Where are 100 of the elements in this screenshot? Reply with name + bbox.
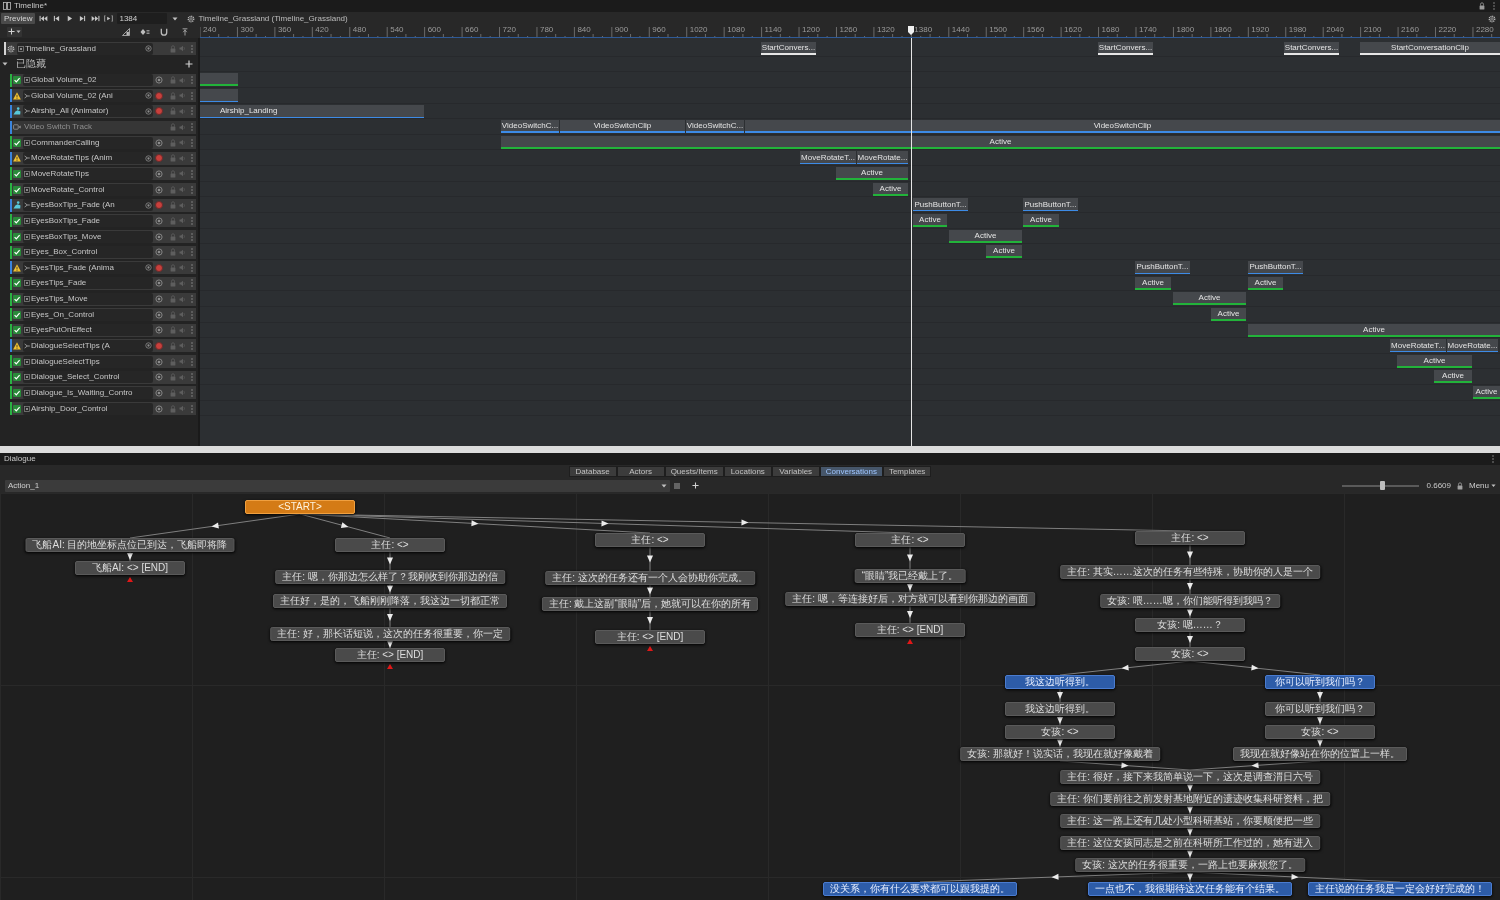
object-field[interactable]: EyesBoxTips_Fade — [23, 214, 153, 227]
speaker-icon[interactable] — [179, 248, 186, 256]
record-button[interactable] — [155, 342, 163, 350]
add-button[interactable] — [7, 26, 22, 37]
dialogue-node[interactable]: 女孩: <> — [1005, 725, 1115, 739]
dialogue-node[interactable]: 主任: <> — [1135, 531, 1245, 545]
response-node[interactable]: 一点也不，我很期待这次任务能有个结果。 — [1088, 882, 1292, 896]
timeline-clip[interactable] — [200, 88, 238, 102]
caret-icon[interactable] — [2, 62, 8, 67]
speaker-icon[interactable] — [179, 139, 186, 147]
tab[interactable]: Variables — [771, 466, 820, 477]
timeline-clip[interactable]: PushButtonT... — [1023, 198, 1078, 212]
object-field[interactable]: EyesBoxTips_Move — [23, 230, 153, 243]
response-node[interactable]: 我这边听得到。 — [1005, 675, 1115, 689]
timeline-clip[interactable]: Active — [913, 214, 947, 228]
track-header[interactable]: EyesBoxTips_Fade (An — [10, 198, 196, 212]
speaker-icon[interactable] — [179, 76, 186, 84]
track-header[interactable]: Dialogue_Select_Control — [10, 370, 196, 384]
play-icon[interactable] — [65, 15, 75, 22]
track-header[interactable]: Airship_All (Animator) — [10, 104, 196, 118]
dialogue-node[interactable]: 主任: <> — [595, 533, 705, 547]
object-field[interactable]: Airship_Door_Control — [23, 402, 153, 415]
timeline-clip[interactable]: Active — [1473, 386, 1500, 400]
ramp-icon[interactable] — [122, 27, 130, 36]
dialogue-node[interactable]: 女孩: <> — [1135, 647, 1245, 661]
lock-icon[interactable] — [1457, 481, 1463, 490]
timeline-clip[interactable]: VideoSwitchClip — [745, 120, 1500, 134]
tab[interactable]: Database — [568, 466, 617, 477]
track-header[interactable]: DialogueSelectTips — [10, 355, 196, 369]
speaker-icon[interactable] — [179, 405, 186, 413]
object-field[interactable]: Global Volume_02 (Ani — [23, 89, 153, 102]
timeline-clip[interactable]: PushButtonT... — [913, 198, 968, 212]
timeline-clip[interactable]: MoveRotateT... — [800, 151, 856, 165]
menu-button[interactable]: Menu — [1468, 480, 1497, 491]
dialogue-node[interactable]: 主任: <> [END] — [335, 648, 445, 662]
settings-icon[interactable] — [1488, 14, 1496, 23]
dialogue-node[interactable]: 主任: 很好，接下来我简单说一下，这次是调查渭日六号 — [1060, 770, 1320, 784]
skip-to-start-icon[interactable] — [39, 15, 49, 22]
lock-icon[interactable] — [1479, 2, 1485, 10]
object-field[interactable]: DialogueSelectTips (A — [23, 340, 153, 352]
caret-icon[interactable] — [172, 16, 179, 21]
track-header[interactable]: Eyes_On_Control — [10, 308, 196, 322]
speaker-icon[interactable] — [179, 311, 186, 319]
dialogue-node[interactable]: 女孩: 那就好！说实话，我现在就好像戴着 — [960, 747, 1160, 761]
dialogue-node[interactable]: 主任: 这次的任务还有一个人会协助你完成。 — [545, 571, 755, 585]
range-icon[interactable] — [104, 15, 114, 22]
object-field[interactable]: EyesPutOnEffect — [23, 324, 153, 337]
speaker-icon[interactable] — [179, 279, 186, 287]
object-field[interactable]: EyesTips_Move — [23, 293, 153, 306]
dialogue-node[interactable]: 我现在就好像站在你的位置上一样。 — [1233, 747, 1407, 761]
dialogue-node[interactable]: 主任: 其实……这次的任务有些特殊，协助你的人是一个 — [1060, 565, 1320, 579]
dialogue-node[interactable]: 主任: 嗯，等连接好后，对方就可以看到你那边的画面 — [785, 592, 1035, 606]
track-header[interactable]: EyesPutOnEffect — [10, 323, 196, 337]
playhead-handle[interactable] — [908, 26, 914, 35]
dialogue-node[interactable]: 主任: 这一路上还有几处小型科研基站，你要顺便把一些 — [1060, 814, 1320, 828]
timeline-clip[interactable]: PushButtonT... — [1248, 260, 1303, 274]
dialogue-node[interactable]: 你可以听到我们吗？ — [1265, 702, 1375, 716]
speaker-icon[interactable] — [179, 326, 186, 334]
track-header[interactable]: MoveRotateTips — [10, 167, 196, 181]
track-header[interactable]: EyesTips_Move — [10, 292, 196, 306]
timeline-clip[interactable]: PushButtonT... — [1135, 260, 1190, 274]
track-header[interactable]: MoveRotateTips (Anim — [10, 151, 196, 165]
conversation-dropdown[interactable]: Action_1 — [5, 479, 670, 492]
frame-field[interactable]: 1384 — [117, 13, 168, 24]
dialogue-node[interactable]: 主任好，是的，飞船刚刚降落，我这边一切都正常 — [273, 594, 507, 608]
response-node[interactable]: 没关系，你有什么要求都可以跟我提的。 — [823, 882, 1017, 896]
dialogue-node[interactable]: 主任: <> [END] — [855, 623, 965, 637]
speaker-icon[interactable] — [179, 107, 186, 115]
target-icon[interactable] — [145, 45, 152, 53]
timeline-clip[interactable]: Active — [501, 135, 1500, 149]
track-header[interactable]: Global Volume_02 (Ani — [10, 89, 196, 103]
previous-frame-icon[interactable] — [52, 15, 62, 22]
track-header[interactable]: DialogueSelectTips (A — [10, 339, 196, 353]
track-header[interactable]: EyesBoxTips_Move — [10, 230, 196, 243]
speaker-icon[interactable] — [179, 170, 186, 178]
object-field[interactable]: Eyes_On_Control — [23, 308, 153, 321]
object-field[interactable]: EyesTips_Fade — [23, 277, 153, 290]
timeline-clip[interactable]: Active — [1023, 214, 1059, 228]
plus-icon[interactable] — [692, 482, 699, 489]
skip-to-end-icon[interactable] — [91, 15, 101, 22]
speaker-icon[interactable] — [179, 389, 186, 397]
object-field[interactable]: DialogueSelectTips — [23, 355, 153, 368]
timeline-clip[interactable]: Active — [1434, 370, 1472, 384]
object-field[interactable]: Global Volume_02 — [23, 74, 153, 87]
dialogue-node[interactable]: 主任: 好，那长话短说，这次的任务很重要，你一定 — [270, 627, 510, 641]
speaker-icon[interactable] — [179, 342, 186, 350]
speaker-icon[interactable] — [179, 92, 186, 100]
dialogue-node[interactable]: 女孩: <> — [1265, 725, 1375, 739]
speaker-icon[interactable] — [179, 373, 186, 381]
timeline-clip[interactable]: Active — [986, 245, 1022, 259]
timeline-clip[interactable]: MoveRotate... — [1447, 339, 1498, 353]
next-frame-icon[interactable] — [78, 15, 88, 22]
track-header[interactable]: EyesTips_Fade (Anima — [10, 261, 196, 275]
object-field[interactable]: Airship_All (Animator) — [23, 105, 153, 118]
timeline-clip[interactable]: Active — [949, 229, 1022, 243]
timeline-clip[interactable]: Active — [1248, 323, 1500, 337]
track-header[interactable]: CommanderCalling — [10, 136, 196, 150]
timeline-clip[interactable]: Active — [1135, 276, 1171, 290]
object-field[interactable]: EyesBoxTips_Fade (An — [23, 199, 153, 212]
timeline-clip[interactable]: Active — [836, 167, 908, 181]
